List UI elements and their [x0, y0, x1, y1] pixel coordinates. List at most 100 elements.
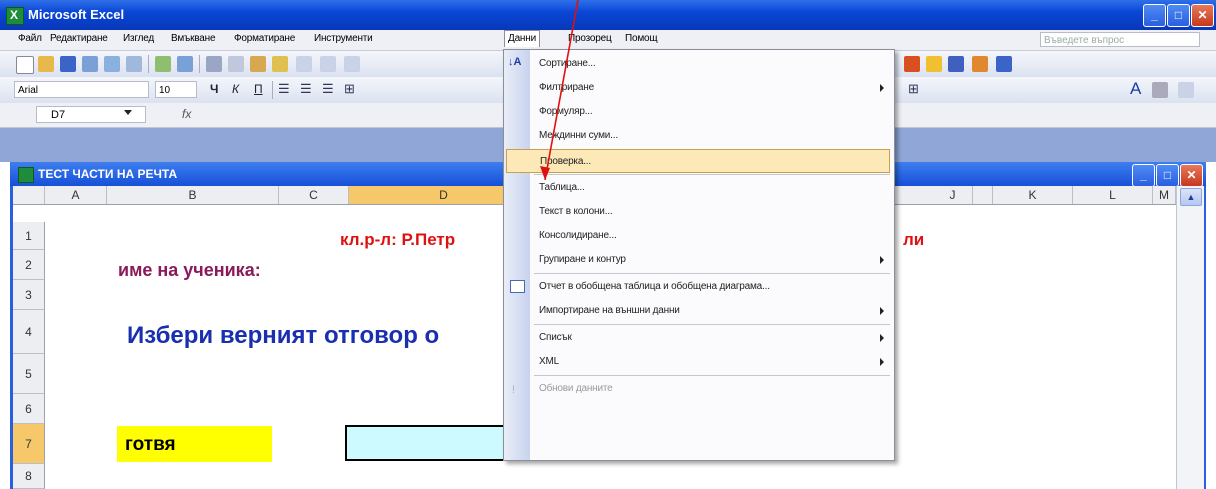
menu-icon-gutter	[504, 50, 530, 460]
macro-icon[interactable]	[972, 56, 988, 72]
menu-tools[interactable]: Инструменти	[314, 33, 373, 44]
menu-item-text-to-columns[interactable]: Текст в колони...	[530, 200, 894, 224]
menu-format[interactable]: Форматиране	[234, 33, 295, 44]
menu-item-consolidate[interactable]: Консолидиране...	[530, 224, 894, 248]
align-center-icon[interactable]: ☰	[300, 81, 312, 97]
font-select[interactable]: Arial	[14, 81, 149, 98]
bold-icon[interactable]: Ч	[210, 82, 218, 96]
menu-item-import-external-data[interactable]: Импортиране на външни данни	[530, 299, 894, 323]
menu-item-pivot-table[interactable]: Отчет в обобщена таблица и обобщена диаг…	[530, 275, 894, 299]
minimize-button[interactable]: _	[1143, 4, 1166, 27]
menu-item-xml[interactable]: XML	[530, 350, 894, 374]
save-icon[interactable]	[60, 56, 76, 72]
word-cell[interactable]: готвя	[117, 426, 272, 462]
row-header-8[interactable]: 8	[13, 464, 45, 489]
hyperlink-icon[interactable]	[344, 56, 360, 72]
header-text-right[interactable]: ли	[903, 230, 924, 250]
question-text[interactable]: Избери верният отговор о	[127, 322, 439, 350]
spelling-icon[interactable]	[155, 56, 171, 72]
undo-icon[interactable]	[296, 56, 312, 72]
column-header-j[interactable]: J	[913, 186, 993, 204]
row-header-6[interactable]: 6	[13, 394, 45, 424]
menu-data[interactable]: Данни	[504, 30, 540, 47]
drawing-icon[interactable]	[904, 56, 920, 72]
underline-icon[interactable]: П	[254, 82, 263, 96]
fill-color-icon[interactable]	[1152, 82, 1168, 98]
student-name-label[interactable]: име на ученика:	[118, 260, 261, 281]
menu-item-list[interactable]: Списък	[530, 326, 894, 350]
toolbar-options-icon[interactable]	[996, 56, 1012, 72]
row-header-5[interactable]: 5	[13, 354, 45, 394]
menu-edit[interactable]: Редактиране	[50, 33, 108, 44]
italic-icon[interactable]: К	[232, 82, 239, 96]
row-header-3[interactable]: 3	[13, 280, 45, 310]
font-size-select[interactable]: 10	[155, 81, 197, 98]
align-left-icon[interactable]: ☰	[278, 81, 290, 97]
print-preview-icon[interactable]	[126, 56, 142, 72]
menu-view[interactable]: Изглед	[123, 33, 154, 44]
wb-minimize-button[interactable]: _	[1132, 164, 1155, 187]
borders-icon[interactable]: ⊞	[908, 81, 919, 97]
menu-file[interactable]: Файл	[18, 33, 42, 44]
menu-help[interactable]: Помощ	[625, 33, 658, 44]
merge-center-icon[interactable]: ⊞	[344, 81, 355, 97]
menu-item-refresh-data[interactable]: Обнови данните	[530, 377, 894, 401]
close-button[interactable]: ✕	[1191, 4, 1214, 27]
workbook-icon	[18, 167, 34, 183]
menu-item-group-outline[interactable]: Групиране и контур	[530, 248, 894, 272]
submenu-arrow-icon	[880, 84, 884, 92]
column-header-c[interactable]: C	[279, 186, 349, 204]
select-all-corner[interactable]	[13, 186, 45, 204]
paste-icon[interactable]	[250, 56, 266, 72]
menu-item-table[interactable]: Таблица...	[530, 176, 894, 200]
sort-icon[interactable]	[1178, 82, 1194, 98]
new-icon[interactable]	[16, 56, 34, 74]
menu-item-subtotals[interactable]: Междинни суми...	[530, 124, 894, 148]
row-header-2[interactable]: 2	[13, 250, 45, 280]
teacher-header-text[interactable]: кл.р-л: Р.Петр	[340, 230, 455, 250]
refresh-data-icon: !	[512, 384, 516, 396]
format-painter-icon[interactable]	[272, 56, 288, 72]
map-icon[interactable]	[948, 56, 964, 72]
column-header-m[interactable]: M	[1153, 186, 1176, 204]
cut-icon[interactable]	[206, 56, 222, 72]
row-header-1[interactable]: 1	[13, 222, 45, 250]
scroll-up-icon[interactable]: ▲	[1180, 188, 1202, 206]
research-icon[interactable]	[177, 56, 193, 72]
align-right-icon[interactable]: ☰	[322, 81, 334, 97]
permission-icon[interactable]	[82, 56, 98, 72]
redo-icon[interactable]	[320, 56, 336, 72]
chart-wizard-icon[interactable]	[926, 56, 942, 72]
submenu-arrow-icon	[880, 358, 884, 366]
row-header-4[interactable]: 4	[13, 310, 45, 354]
font-color-icon[interactable]: A	[1130, 79, 1141, 99]
namebox-dropdown-icon[interactable]	[124, 110, 132, 115]
menu-insert[interactable]: Вмъкване	[171, 33, 216, 44]
menu-item-validation[interactable]: Проверка...	[506, 149, 890, 173]
wb-restore-button[interactable]: □	[1156, 164, 1179, 187]
wb-close-button[interactable]: ✕	[1180, 164, 1203, 187]
vertical-scrollbar[interactable]: ▲	[1176, 186, 1204, 489]
open-icon[interactable]	[38, 56, 54, 72]
menu-separator	[534, 174, 890, 175]
column-header-b[interactable]: B	[107, 186, 279, 204]
menu-item-sort[interactable]: Сортиране...	[530, 52, 894, 76]
menu-item-form[interactable]: Формуляр...	[530, 100, 894, 124]
copy-icon[interactable]	[228, 56, 244, 72]
menu-separator	[534, 273, 890, 274]
separator	[199, 55, 200, 73]
column-header-l[interactable]: L	[1073, 186, 1153, 204]
submenu-arrow-icon	[880, 256, 884, 264]
row-header-7[interactable]: 7	[13, 424, 45, 464]
column-header-a[interactable]: A	[45, 186, 107, 204]
fx-icon[interactable]: fx	[182, 107, 191, 121]
word-text: готвя	[125, 434, 176, 455]
data-menu-dropdown: ↓A Сортиране... Филтриране Формуляр... М…	[503, 49, 895, 461]
help-search-input[interactable]: Въведете въпрос	[1040, 32, 1200, 47]
maximize-button[interactable]: □	[1167, 4, 1190, 27]
menu-item-filter[interactable]: Филтриране	[530, 76, 894, 100]
print-icon[interactable]	[104, 56, 120, 72]
menu-window[interactable]: Прозорец	[568, 33, 612, 44]
menu-separator	[534, 324, 890, 325]
column-header-k[interactable]: K	[993, 186, 1073, 204]
